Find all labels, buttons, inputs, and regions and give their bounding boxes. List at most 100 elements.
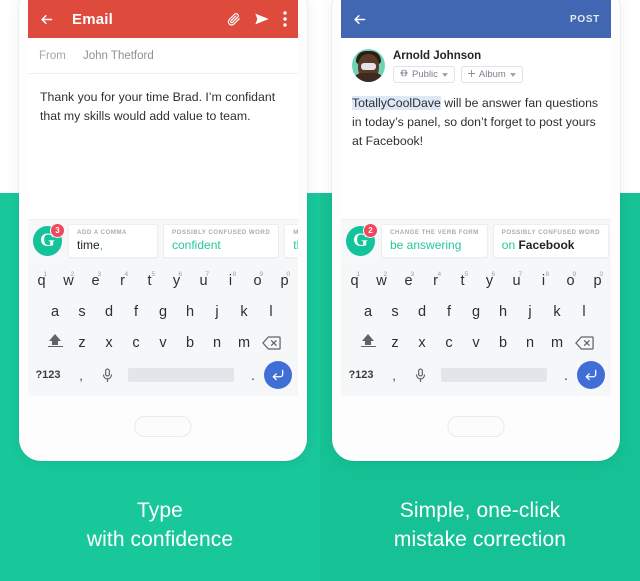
key-e[interactable]: 3e bbox=[395, 271, 422, 289]
key-b[interactable]: b bbox=[177, 335, 204, 351]
key-c[interactable]: c bbox=[123, 335, 150, 351]
symbols-key[interactable]: ?123 bbox=[28, 369, 68, 381]
key-f[interactable]: f bbox=[436, 304, 463, 320]
key-p[interactable]: 0p bbox=[271, 271, 298, 289]
key-number: 5 bbox=[151, 270, 156, 278]
key-c[interactable]: c bbox=[436, 335, 463, 351]
key-v[interactable]: v bbox=[150, 335, 177, 351]
comma-key[interactable]: , bbox=[68, 368, 94, 383]
key-j[interactable]: j bbox=[204, 304, 231, 320]
suggestion-fix: the tea bbox=[293, 238, 298, 252]
key-x[interactable]: x bbox=[96, 335, 123, 351]
key-d[interactable]: d bbox=[409, 304, 436, 320]
key-y[interactable]: 6y bbox=[476, 271, 503, 289]
key-e[interactable]: 3e bbox=[82, 271, 109, 289]
microphone-icon[interactable] bbox=[94, 367, 120, 383]
key-h[interactable]: h bbox=[490, 304, 517, 320]
post-button[interactable]: POST bbox=[570, 14, 600, 25]
more-vertical-icon[interactable] bbox=[283, 11, 287, 27]
period-key[interactable]: . bbox=[242, 367, 264, 383]
key-o[interactable]: 9o bbox=[244, 271, 271, 289]
key-s[interactable]: s bbox=[69, 304, 96, 320]
key-l[interactable]: l bbox=[571, 304, 598, 320]
keyboard-left: 1q 2w 3e 4r 5t 6y 7u 8i 9o 0p a s d f g … bbox=[28, 260, 298, 396]
key-k[interactable]: k bbox=[231, 304, 258, 320]
key-n[interactable]: n bbox=[204, 335, 231, 351]
key-q[interactable]: 1q bbox=[28, 271, 55, 289]
key-r[interactable]: 4r bbox=[422, 271, 449, 289]
suggestion-card[interactable]: POSSIBLY CONFUSED WORD confident bbox=[163, 223, 280, 258]
paperclip-icon[interactable] bbox=[227, 12, 241, 26]
space-key[interactable] bbox=[128, 368, 234, 382]
key-m[interactable]: m bbox=[231, 335, 258, 351]
captions: Type with confidence Simple, one-click m… bbox=[0, 470, 640, 581]
key-k[interactable]: k bbox=[544, 304, 571, 320]
suggestion-card[interactable]: CHANGE THE VERB FORM be answering bbox=[381, 223, 488, 258]
arrow-left-icon[interactable] bbox=[352, 12, 367, 27]
enter-icon[interactable] bbox=[577, 361, 605, 389]
key-l[interactable]: l bbox=[258, 304, 285, 320]
key-a[interactable]: a bbox=[42, 304, 69, 320]
home-button[interactable] bbox=[134, 416, 192, 437]
key-y[interactable]: 6y bbox=[163, 271, 190, 289]
send-icon[interactable] bbox=[254, 11, 270, 27]
suggestion-fix: confident bbox=[172, 238, 270, 252]
period-key[interactable]: . bbox=[555, 367, 577, 383]
key-u[interactable]: 7u bbox=[190, 270, 217, 289]
key-z[interactable]: z bbox=[382, 335, 409, 351]
composer-body-text[interactable]: TotallyCoolDave will be answer fan quest… bbox=[341, 83, 611, 151]
key-x[interactable]: x bbox=[409, 335, 436, 351]
avatar[interactable] bbox=[352, 49, 385, 82]
key-n[interactable]: n bbox=[517, 335, 544, 351]
symbols-key[interactable]: ?123 bbox=[341, 369, 381, 381]
avatar-shirt bbox=[361, 63, 376, 70]
key-r[interactable]: 4r bbox=[109, 271, 136, 289]
key-s[interactable]: s bbox=[382, 304, 409, 320]
key-h[interactable]: h bbox=[177, 304, 204, 320]
key-t[interactable]: 5t bbox=[136, 270, 163, 289]
key-d[interactable]: d bbox=[96, 304, 123, 320]
key-w[interactable]: 2w bbox=[368, 271, 395, 289]
key-p[interactable]: 0p bbox=[584, 270, 611, 289]
home-button[interactable] bbox=[447, 416, 505, 437]
key-number: 7 bbox=[205, 270, 210, 278]
arrow-left-icon[interactable] bbox=[39, 12, 54, 27]
comma-key[interactable]: , bbox=[381, 368, 407, 383]
key-number: 0 bbox=[599, 270, 604, 278]
key-j[interactable]: j bbox=[517, 304, 544, 320]
backspace-icon[interactable] bbox=[258, 335, 285, 350]
key-a[interactable]: a bbox=[355, 304, 382, 320]
suggestion-card[interactable]: MISSING W the tea bbox=[284, 223, 298, 258]
key-g[interactable]: g bbox=[463, 304, 490, 320]
key-number: 8 bbox=[545, 270, 550, 278]
key-w[interactable]: 2w bbox=[55, 271, 82, 289]
email-body-text[interactable]: Thank you for your time Brad. I’m confid… bbox=[28, 74, 298, 125]
suggestion-count-badge: 3 bbox=[50, 223, 65, 238]
microphone-icon[interactable] bbox=[407, 367, 433, 383]
email-from-row[interactable]: From John Thetford bbox=[28, 38, 298, 74]
key-o[interactable]: 9o bbox=[557, 271, 584, 289]
keyboard-row-3: z x c v b n m bbox=[341, 327, 611, 358]
key-t[interactable]: 5t bbox=[449, 271, 476, 289]
enter-icon[interactable] bbox=[264, 361, 292, 389]
grammarly-g-icon[interactable]: G 2 bbox=[346, 223, 378, 256]
key-v[interactable]: v bbox=[463, 335, 490, 351]
key-i[interactable]: 8i bbox=[530, 270, 557, 289]
backspace-icon[interactable] bbox=[571, 335, 598, 350]
key-g[interactable]: g bbox=[150, 304, 177, 320]
key-f[interactable]: f bbox=[123, 304, 150, 320]
album-chip[interactable]: Album bbox=[460, 66, 523, 83]
key-i[interactable]: 8i bbox=[217, 271, 244, 289]
suggestion-card[interactable]: ADD A COMMA time, bbox=[68, 223, 158, 258]
space-key[interactable] bbox=[441, 368, 547, 382]
key-q[interactable]: 1q bbox=[341, 271, 368, 289]
suggestion-card[interactable]: POSSIBLY CONFUSED WORD on Facebook bbox=[492, 223, 610, 258]
key-m[interactable]: m bbox=[544, 335, 571, 351]
key-u[interactable]: 7u bbox=[503, 271, 530, 289]
shift-icon[interactable] bbox=[355, 333, 382, 352]
shift-icon[interactable] bbox=[42, 333, 69, 352]
audience-chip[interactable]: Public bbox=[393, 66, 455, 83]
key-z[interactable]: z bbox=[69, 335, 96, 351]
key-b[interactable]: b bbox=[490, 335, 517, 351]
grammarly-g-icon[interactable]: G 3 bbox=[33, 223, 65, 256]
